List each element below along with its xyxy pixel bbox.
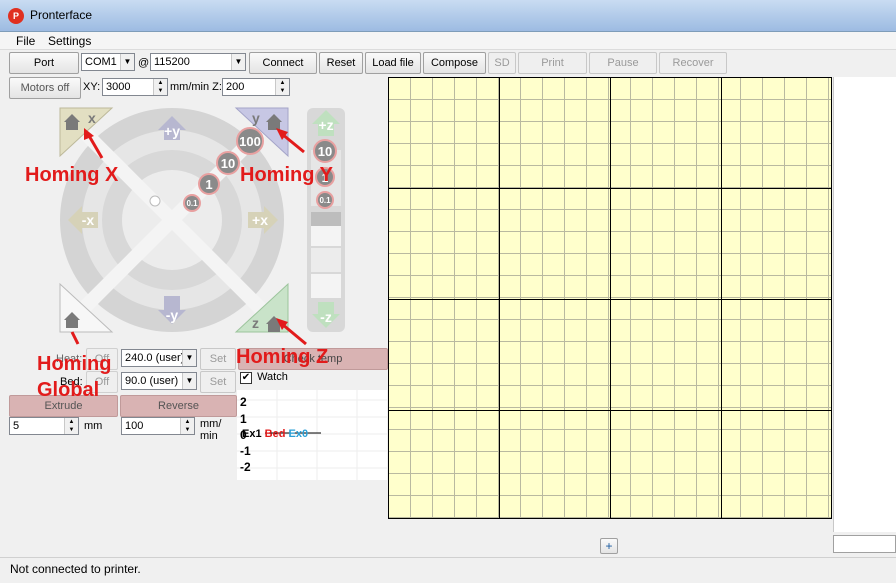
reverse-button[interactable]: Reverse: [120, 395, 237, 417]
xy-speed-input[interactable]: 3000 ▲ ▼: [102, 78, 168, 96]
annotation-arrow: [281, 322, 307, 346]
status-bar: Not connected to printer.: [0, 557, 896, 583]
reset-button[interactable]: Reset: [319, 52, 363, 74]
extrude-length-input[interactable]: 5 ▲ ▼: [9, 417, 79, 435]
z-step-01-label: 0.1: [319, 196, 331, 205]
z-down-step-1[interactable]: [311, 248, 341, 272]
sd-button[interactable]: SD: [488, 52, 516, 74]
legend-bed: Bed: [264, 428, 286, 440]
home-z-label: z: [252, 315, 259, 331]
z-center-divider: [311, 212, 341, 226]
zoom-plus-button[interactable]: +: [600, 538, 618, 554]
home-y-label: y: [252, 110, 260, 126]
print-plate-grid[interactable]: [388, 77, 832, 519]
extrude-feed-value: 100: [125, 420, 144, 432]
command-input[interactable]: [833, 535, 896, 553]
step-1-label: 1: [205, 177, 212, 192]
checkbox-checked-icon: ✔: [240, 372, 252, 384]
spin-arrows-icon[interactable]: ▲ ▼: [64, 418, 78, 434]
menu-bar: File Settings: [0, 32, 896, 50]
watch-checkbox[interactable]: ✔ Watch: [240, 371, 288, 384]
annotation-homing-y: Homing Y: [240, 164, 333, 186]
menu-file[interactable]: File: [16, 34, 35, 48]
chevron-down-icon: ▼: [182, 373, 196, 389]
z-down-step-10[interactable]: [311, 274, 341, 298]
at-sign: @: [138, 57, 150, 69]
home-x-label: x: [88, 110, 96, 126]
extrude-feed-input[interactable]: 100 ▲ ▼: [121, 417, 195, 435]
chevron-down-icon: ▼: [120, 54, 134, 70]
chevron-down-icon: ▼: [182, 350, 196, 366]
graph-tick: 1: [240, 412, 247, 426]
heater-set-button[interactable]: Set: [200, 348, 236, 370]
heater-temp-select[interactable]: 240.0 (user) ▼: [121, 349, 197, 367]
connect-button[interactable]: Connect: [249, 52, 317, 74]
bed-set-button[interactable]: Set: [200, 371, 236, 393]
graph-tick: 2: [240, 395, 247, 409]
plus-y-label: +y: [164, 123, 180, 139]
load-file-button[interactable]: Load file: [365, 52, 421, 74]
title-bar: P Pronterface: [0, 0, 896, 32]
heater-temp-value: 240.0 (user): [125, 352, 185, 364]
annotation-homing-global: Homing Global: [37, 353, 112, 401]
extrude-feed-unit: mm/ min: [200, 418, 222, 442]
z-down-step-01[interactable]: [311, 226, 341, 246]
legend-ex0: Ex0: [288, 428, 309, 440]
bed-temp-value: 90.0 (user): [125, 375, 179, 387]
step-100-label: 100: [239, 134, 261, 149]
center-dot: [149, 195, 161, 207]
status-text: Not connected to printer.: [10, 562, 141, 576]
annotation-arrow: [70, 331, 80, 345]
extrude-length-value: 5: [13, 420, 20, 432]
baud-value: 115200: [154, 56, 190, 68]
z-speed-input[interactable]: 200 ▲ ▼: [222, 78, 290, 96]
minus-y-label: -y: [166, 307, 179, 323]
plus-z-label: +z: [318, 117, 333, 133]
annotation-homing-z: Homing Z: [236, 346, 329, 368]
annotation-homing-x: Homing X: [25, 164, 119, 186]
z-step-10-label: 10: [318, 144, 332, 159]
minus-x-label: -x: [82, 212, 95, 228]
graph-legend: Ex1 Bed Ex0: [242, 428, 308, 440]
jog-control[interactable]: +y -y -x +x x y z 100 10 1 0.1 +z -z 10 …: [0, 100, 388, 350]
compose-button[interactable]: Compose: [423, 52, 486, 74]
port-select[interactable]: COM1 ▼: [81, 53, 135, 71]
pronterface-app-icon: P: [8, 8, 24, 24]
watch-label: Watch: [257, 371, 288, 383]
port-value: COM1: [85, 56, 117, 68]
plus-x-label: +x: [252, 212, 268, 228]
graph-tick: -1: [240, 444, 251, 458]
recover-button[interactable]: Recover: [659, 52, 727, 74]
step-10-label: 10: [221, 156, 235, 171]
baud-select[interactable]: 115200 ▼: [150, 53, 246, 71]
temperature-graph: 2 1 0 -1 -2 Ex1 Bed Ex0: [237, 390, 387, 480]
mm-min-z-label: mm/min Z:: [170, 81, 222, 93]
legend-ex1: Ex1: [242, 428, 262, 440]
menu-settings[interactable]: Settings: [48, 34, 91, 48]
step-01-label: 0.1: [186, 199, 198, 208]
print-button[interactable]: Print: [518, 52, 587, 74]
spin-arrows-icon[interactable]: ▲ ▼: [275, 79, 289, 95]
extrude-length-unit: mm: [84, 420, 103, 432]
motors-off-button[interactable]: Motors off: [9, 77, 81, 99]
minus-z-label: -z: [320, 309, 332, 325]
xy-label: XY:: [83, 81, 101, 93]
log-panel[interactable]: [833, 77, 896, 532]
graph-tick: -2: [240, 460, 251, 474]
pause-button[interactable]: Pause: [589, 52, 657, 74]
window-title: Pronterface: [30, 8, 93, 22]
chevron-down-icon: ▼: [231, 54, 245, 70]
xy-speed-value: 3000: [106, 81, 131, 93]
bed-temp-select[interactable]: 90.0 (user) ▼: [121, 372, 197, 390]
z-speed-value: 200: [226, 81, 245, 93]
spin-arrows-icon[interactable]: ▲ ▼: [153, 79, 167, 95]
spin-arrows-icon[interactable]: ▲ ▼: [180, 418, 194, 434]
port-button[interactable]: Port: [9, 52, 79, 74]
